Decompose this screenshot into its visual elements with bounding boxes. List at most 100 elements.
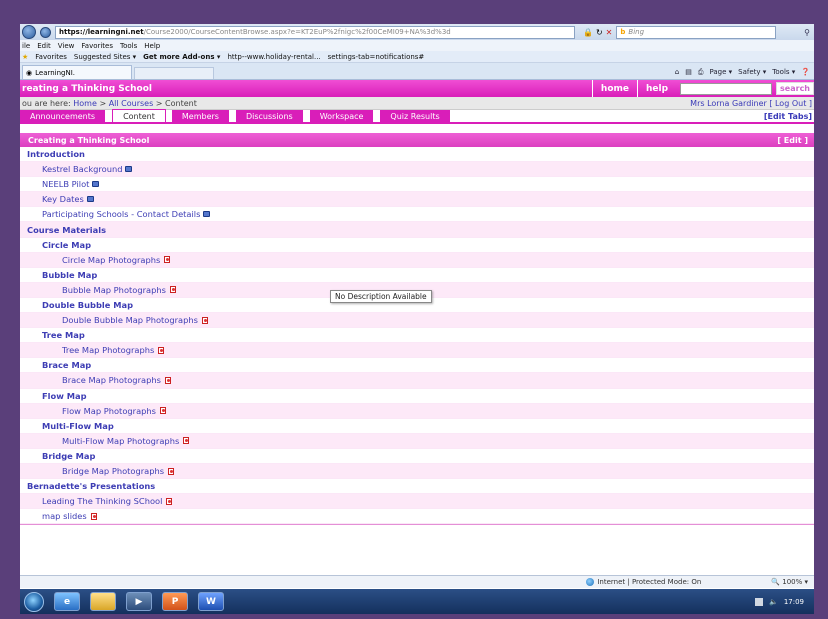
content-item[interactable]: map slides	[20, 509, 814, 525]
forward-icon[interactable]	[40, 26, 51, 38]
tab-content[interactable]: Content	[112, 109, 166, 122]
content-folder[interactable]: Bubble Map	[20, 267, 814, 283]
content-row-label[interactable]: Leading The Thinking SChool	[42, 496, 162, 506]
content-row-label[interactable]: map slides	[42, 511, 87, 521]
pdf-icon[interactable]	[90, 512, 97, 520]
clock[interactable]: 17:09	[784, 598, 804, 606]
content-item[interactable]: Circle Map Photographs	[20, 252, 814, 268]
pdf-icon[interactable]	[168, 467, 175, 475]
print-icon[interactable]: ⎙	[698, 68, 704, 77]
content-row-label[interactable]: Bubble Map Photographs	[62, 285, 166, 295]
content-row-label[interactable]: Flow Map Photographs	[62, 406, 156, 416]
browser-tab[interactable]: ◉ LearningNI.	[22, 65, 132, 79]
content-row-label[interactable]: Brace Map Photographs	[62, 375, 161, 385]
fav-suggested-sites[interactable]: Suggested Sites ▾	[74, 53, 136, 61]
content-row-label[interactable]: Double Bubble Map Photographs	[62, 315, 198, 325]
pdf-icon[interactable]	[202, 316, 208, 324]
content-item[interactable]: Brace Map Photographs	[20, 373, 814, 389]
content-row-label[interactable]: Bridge Map Photographs	[62, 466, 164, 476]
document-icon[interactable]	[92, 181, 100, 188]
content-row-label[interactable]: Circle Map	[42, 240, 91, 250]
content-row-label[interactable]: NEELB Pilot	[42, 179, 89, 189]
tools-menu[interactable]: Tools ▾	[772, 68, 795, 77]
content-row-label[interactable]: Participating Schools - Contact Details	[42, 209, 200, 219]
content-item[interactable]: Bridge Map Photographs	[20, 463, 814, 480]
content-folder[interactable]: Flow Map	[20, 388, 814, 404]
content-item[interactable]: Multi-Flow Map Photographs	[20, 433, 814, 449]
content-item[interactable]: Tree Map Photographs	[20, 343, 814, 359]
content-item[interactable]: Kestrel Background	[20, 162, 814, 178]
address-bar[interactable]: https://learningni.net /Course2000/Cours…	[55, 25, 575, 39]
content-folder[interactable]: Bridge Map	[20, 448, 814, 464]
content-folder[interactable]: Brace Map	[20, 358, 814, 374]
breadcrumb-all-courses[interactable]: All Courses	[109, 99, 154, 108]
edit-tabs-link[interactable]: [Edit Tabs]	[764, 112, 812, 121]
pdf-icon[interactable]	[166, 497, 173, 505]
home-link[interactable]: home	[591, 80, 637, 97]
menu-view[interactable]: View	[58, 42, 75, 50]
user-name[interactable]: Mrs Lorna Gardiner	[690, 99, 767, 108]
powerpoint-icon[interactable]: P	[162, 592, 188, 611]
content-folder[interactable]: Multi-Flow Map	[20, 418, 814, 434]
media-player-icon[interactable]: ▶	[126, 592, 152, 611]
content-row-label[interactable]: Flow Map	[42, 391, 87, 401]
new-tab-button[interactable]	[134, 67, 214, 79]
pdf-icon[interactable]	[164, 256, 171, 264]
search-box[interactable]: b Bing	[616, 25, 777, 39]
menu-edit[interactable]: Edit	[37, 42, 51, 50]
lock-icon[interactable]: 🔒	[583, 28, 593, 37]
home-icon[interactable]: ⌂	[675, 68, 679, 77]
content-row-label[interactable]: Key Dates	[42, 194, 84, 204]
content-item[interactable]: Flow Map Photographs	[20, 403, 814, 419]
document-icon[interactable]	[86, 196, 94, 203]
tab-announcements[interactable]: Announcements	[20, 110, 107, 122]
fav-holiday-rental[interactable]: http--www.holiday-rental...	[227, 53, 320, 61]
content-row-label[interactable]: Multi-Flow Map Photographs	[62, 436, 179, 446]
folder-icon[interactable]	[90, 592, 116, 611]
start-button-icon[interactable]	[24, 591, 44, 612]
content-row-label[interactable]: Bridge Map	[42, 451, 95, 461]
safety-menu[interactable]: Safety ▾	[738, 68, 766, 77]
word-icon[interactable]: W	[198, 592, 224, 611]
tab-discussions[interactable]: Discussions	[235, 110, 304, 122]
document-icon[interactable]	[125, 166, 133, 173]
content-row-label[interactable]: Tree Map Photographs	[62, 345, 154, 355]
content-item[interactable]: NEELB Pilot	[20, 177, 814, 193]
fav-settings-tab[interactable]: settings-tab=notifications#	[328, 53, 425, 61]
tab-workspace[interactable]: Workspace	[309, 110, 375, 122]
logout-link[interactable]: [ Log Out ]	[769, 99, 812, 108]
content-row-label[interactable]: Brace Map	[42, 360, 91, 370]
pdf-icon[interactable]	[158, 346, 165, 354]
tab-members[interactable]: Members	[171, 110, 230, 122]
menu-file[interactable]: ile	[22, 42, 30, 50]
back-icon[interactable]	[22, 25, 36, 39]
content-row-label[interactable]: Bubble Map	[42, 270, 97, 280]
document-icon[interactable]	[203, 211, 211, 218]
menu-tools[interactable]: Tools	[120, 42, 137, 50]
help-icon[interactable]: ❓	[801, 68, 810, 77]
zoom-control[interactable]: 🔍 100% ▾	[771, 578, 808, 586]
site-search-button[interactable]: search	[776, 82, 814, 95]
content-item[interactable]: Participating Schools - Contact Details	[20, 207, 814, 223]
menu-help[interactable]: Help	[144, 42, 160, 50]
content-item[interactable]: Key Dates	[20, 192, 814, 208]
edit-content-link[interactable]: [ Edit ]	[777, 136, 808, 145]
content-folder[interactable]: Tree Map	[20, 328, 814, 344]
content-row-label[interactable]: Circle Map Photographs	[62, 255, 160, 265]
breadcrumb-home[interactable]: Home	[73, 99, 97, 108]
security-zone[interactable]: Internet | Protected Mode: On	[586, 578, 701, 586]
fav-get-addons[interactable]: Get more Add-ons ▾	[143, 53, 220, 61]
tab-quiz-results[interactable]: Quiz Results	[380, 110, 451, 122]
content-row-label[interactable]: Kestrel Background	[42, 164, 122, 174]
search-icon[interactable]: ⚲	[804, 28, 810, 37]
internet-explorer-icon[interactable]: e	[54, 592, 80, 611]
site-search-input[interactable]	[680, 82, 773, 95]
content-item[interactable]: Double Bubble Map Photographs	[20, 313, 814, 329]
menu-favorites[interactable]: Favorites	[81, 42, 113, 50]
pdf-icon[interactable]	[160, 407, 167, 415]
tray-volume-icon[interactable]: 🔈	[769, 598, 778, 606]
pdf-icon[interactable]	[169, 286, 176, 294]
content-folder[interactable]: Circle Map	[20, 237, 814, 253]
content-item[interactable]: Leading The Thinking SChool	[20, 494, 814, 510]
help-link[interactable]: help	[636, 80, 676, 97]
